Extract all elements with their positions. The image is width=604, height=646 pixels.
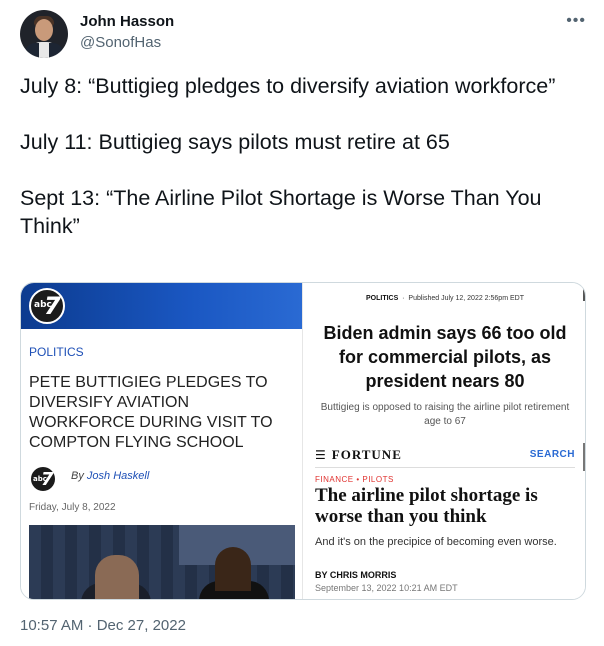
abc7-byline-logo-icon: abc 7 <box>29 465 57 493</box>
tweet-timestamp[interactable]: 10:57 AM · Dec 27, 2022 <box>20 617 186 634</box>
abc-header-band: abc 7 <box>21 283 302 329</box>
fortune-logo: ☰ FORTUNE <box>315 447 402 462</box>
abc7-logo-icon: abc 7 <box>29 288 65 324</box>
more-horizontal-icon[interactable]: ••• <box>566 12 586 30</box>
search-link: SEARCH <box>529 449 575 460</box>
avatar-jacket <box>25 43 39 58</box>
divider <box>315 467 575 468</box>
fortune-byline: BY CHRIS MORRIS <box>315 570 397 580</box>
tweet-header: John Hasson @SonofHas ••• <box>20 10 590 60</box>
article-photo <box>29 525 295 599</box>
fortune-headline: The airline pilot shortage is worse than… <box>315 485 538 527</box>
article-meta: POLITICS · Published July 12, 2022 2:56p… <box>366 295 524 302</box>
article-kicker: FINANCE • PILOTS <box>315 475 394 484</box>
tweet-media[interactable]: abc 7 POLITICS PETE BUTTIGIEG PLEDGES TO… <box>20 282 586 600</box>
fortune-date: September 13, 2022 10:21 AM EDT <box>315 583 458 593</box>
tweet-line: Sept 13: “The Airline Pilot Shortage is … <box>20 186 542 238</box>
article-headline: Biden admin says 66 too old for commerci… <box>323 323 567 391</box>
avatar-face <box>35 19 53 41</box>
byline-prefix: By <box>71 470 84 482</box>
news-screenshots-right: POLITICS · Published July 12, 2022 2:56p… <box>303 283 585 599</box>
author-handle[interactable]: @SonofHas <box>80 34 161 51</box>
section-label: POLITICS <box>29 345 84 359</box>
fortune-dek: And it's on the precipice of becoming ev… <box>315 536 557 548</box>
avatar-jacket <box>49 43 63 58</box>
article-byline: By Josh Haskell <box>71 470 149 482</box>
menu-icon: ☰ <box>315 448 326 462</box>
abc-news-screenshot: abc 7 POLITICS PETE BUTTIGIEG PLEDGES TO… <box>21 283 302 599</box>
byline-author: Josh Haskell <box>86 470 150 482</box>
article-date: Friday, July 8, 2022 <box>29 502 116 513</box>
scrollbar <box>583 443 585 471</box>
article-headline: PETE BUTTIGIEG PLEDGES TO DIVERSIFY AVIA… <box>29 374 273 451</box>
tweet-text: July 8: “Buttigieg pledges to diversify … <box>20 72 586 240</box>
tweet-line: July 8: “Buttigieg pledges to diversify … <box>20 74 556 98</box>
author-name[interactable]: John Hasson <box>80 13 174 30</box>
article-subhead: Buttigieg is opposed to raising the airl… <box>320 402 570 427</box>
avatar[interactable] <box>20 10 68 58</box>
tweet-line: July 11: Buttigieg says pilots must reti… <box>20 130 450 154</box>
